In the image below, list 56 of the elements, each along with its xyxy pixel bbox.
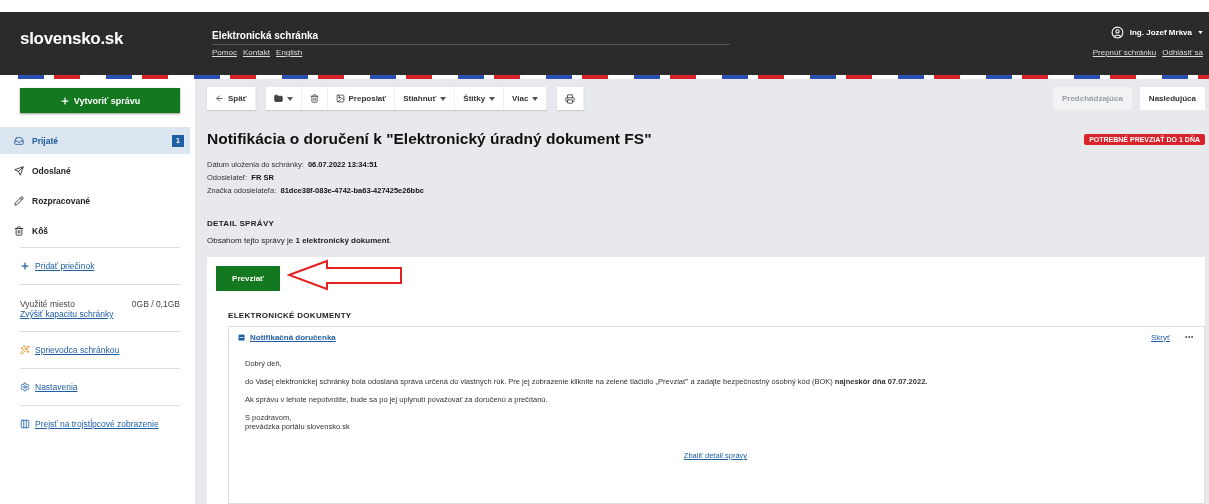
pencil-icon: [14, 195, 24, 206]
section-heading: ELEKTRONICKÉ DOKUMENTY: [228, 311, 353, 320]
header-link[interactable]: Pomoc: [212, 48, 237, 57]
user-icon: [1110, 26, 1124, 39]
user-name[interactable]: Ing. Jozef Mrkva: [1129, 28, 1192, 37]
arrow-left-icon: [215, 94, 224, 103]
collapse-icon[interactable]: [237, 332, 246, 342]
caret-icon: [440, 96, 447, 101]
caret-icon: [286, 96, 293, 101]
forward-button[interactable]: Preposlať: [327, 87, 396, 110]
increase-capacity-link[interactable]: Zvýšiť kapacitu schránky: [20, 309, 114, 319]
hide-link[interactable]: Skryť: [1151, 332, 1170, 342]
sidebar-link[interactable]: Nastavenia: [35, 382, 78, 392]
sidebar-link[interactable]: Sprievodca schránkou: [35, 345, 120, 355]
folder-item[interactable]: Kôš: [0, 217, 190, 244]
create-message-button[interactable]: Vytvoriť správu: [20, 88, 180, 113]
folder-item[interactable]: Odoslané: [0, 157, 190, 184]
move-folder-button[interactable]: [265, 87, 302, 110]
section-heading: DETAIL SPRÁVY: [207, 219, 276, 228]
print-button[interactable]: [557, 87, 585, 110]
inbox-icon: [14, 135, 24, 146]
header-link[interactable]: English: [276, 48, 303, 57]
printer-icon: [565, 93, 576, 104]
paper-plane-icon: [14, 165, 24, 176]
header-link[interactable]: Prepnúť schránku: [1092, 48, 1157, 57]
trash-icon: [309, 94, 319, 103]
menu-button[interactable]: Viac: [504, 87, 548, 110]
caret-icon: [532, 96, 539, 101]
menu-button[interactable]: Stiahnuť: [395, 87, 456, 110]
document-title-link[interactable]: Notifikačná doručenka: [250, 332, 336, 342]
caret-icon: [489, 96, 496, 101]
pager-button[interactable]: Nasledujúca: [1139, 87, 1205, 110]
header-link[interactable]: Kontakt: [242, 48, 271, 57]
sidebar-link[interactable]: Prejsť na trojstĺpcové zobrazenie: [35, 419, 159, 429]
accept-button[interactable]: Prevziať: [216, 266, 280, 291]
storage-value: 0GB / 0,1GB: [131, 299, 180, 309]
site-logo[interactable]: slovensko.sk: [20, 29, 212, 49]
detail-text: Obsahom tejto správy je 1 elektronický dokument.: [207, 236, 393, 245]
folder-icon: [273, 94, 283, 103]
settings-icon: [20, 382, 30, 392]
wand-icon: [20, 345, 30, 355]
storage-label: Využité miesto: [20, 299, 75, 309]
caret-icon: [1198, 31, 1203, 34]
delete-button[interactable]: [301, 87, 328, 110]
folder-item[interactable]: Rozpracované: [0, 187, 190, 214]
trash-icon: [14, 225, 24, 236]
menu-button[interactable]: Štítky: [455, 87, 505, 110]
back-button[interactable]: Späť: [207, 87, 256, 110]
columns-icon: [20, 419, 30, 429]
app-title: Elektronická schránka: [212, 30, 730, 45]
plus-icon: [59, 95, 70, 106]
image-icon: [335, 94, 345, 103]
plus-icon: [20, 261, 30, 271]
header-link[interactable]: Odhlásiť sa: [1162, 48, 1203, 57]
message-title: Notifikácia o doručení k "Elektronický úradný dokument FS": [207, 130, 652, 148]
add-folder-link[interactable]: Pridať priečinok: [35, 261, 95, 271]
